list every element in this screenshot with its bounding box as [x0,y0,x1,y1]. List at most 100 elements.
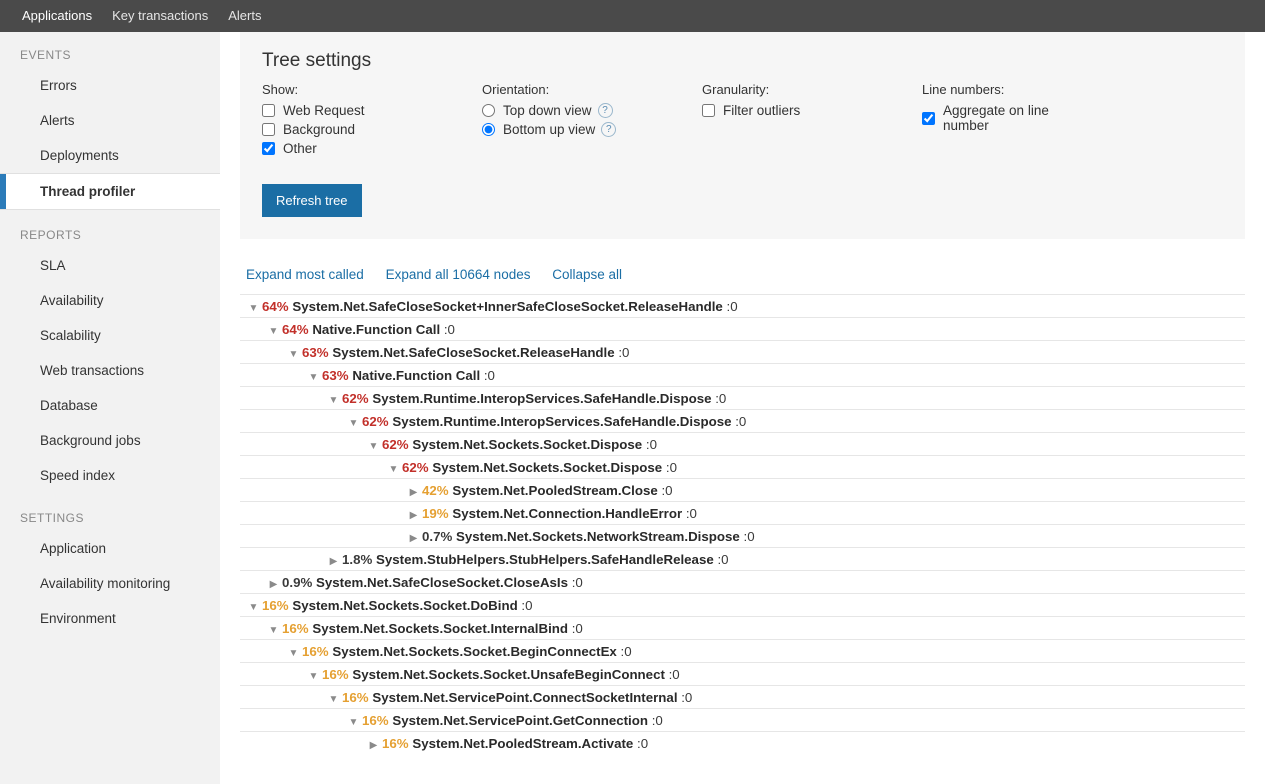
collapse-all-link[interactable]: Collapse all [552,267,622,282]
chevron-down-icon[interactable]: ▼ [388,464,399,475]
tree-row[interactable]: ▶1.8% System.StubHelpers.StubHelpers.Saf… [240,547,1245,570]
tree-settings-panel: Tree settings Show: Web RequestBackgroun… [240,32,1245,239]
tree-row[interactable]: ▼16% System.Net.Sockets.Socket.UnsafeBeg… [240,662,1245,685]
chevron-right-icon[interactable]: ▶ [368,740,379,751]
tree-row-method-name: System.Net.ServicePoint.ConnectSocketInt… [372,690,677,705]
chevron-down-icon[interactable]: ▼ [248,303,259,314]
sidebar-item-alerts[interactable]: Alerts [0,103,220,138]
chevron-down-icon[interactable]: ▼ [308,372,319,383]
sidebar-section-title: EVENTS [0,42,220,68]
sidebar-item-database[interactable]: Database [0,388,220,423]
tree-row[interactable]: ▼16% System.Net.Sockets.Socket.BeginConn… [240,639,1245,662]
chevron-right-icon[interactable]: ▶ [268,579,279,590]
tree-row[interactable]: ▼16% System.Net.Sockets.Socket.DoBind :0 [240,593,1245,616]
line-numbers-checkbox[interactable] [922,112,935,125]
help-icon[interactable]: ? [601,122,616,137]
show-checkbox[interactable] [262,142,275,155]
chevron-down-icon[interactable]: ▼ [268,326,279,337]
chevron-down-icon[interactable]: ▼ [288,349,299,360]
tree-row-method-name: System.Net.SafeCloseSocket.ReleaseHandle [332,345,614,360]
tree-row-line-suffix: :0 [717,552,728,567]
tree-row-percentage: 63% [322,368,349,383]
sidebar-item-availability-monitoring[interactable]: Availability monitoring [0,566,220,601]
tree-row[interactable]: ▼16% System.Net.ServicePoint.ConnectSock… [240,685,1245,708]
expand-most-called-link[interactable]: Expand most called [246,267,364,282]
line-numbers-label: Line numbers: [922,82,1082,97]
sidebar-item-environment[interactable]: Environment [0,601,220,636]
chevron-right-icon[interactable]: ▶ [408,510,419,521]
tree-row[interactable]: ▶42% System.Net.PooledStream.Close :0 [240,478,1245,501]
tree-row[interactable]: ▼62% System.Runtime.InteropServices.Safe… [240,386,1245,409]
chevron-right-icon[interactable]: ▶ [408,487,419,498]
tree-row[interactable]: ▼63% Native.Function Call :0 [240,363,1245,386]
tree-row[interactable]: ▼62% System.Net.Sockets.Socket.Dispose :… [240,432,1245,455]
sidebar-item-scalability[interactable]: Scalability [0,318,220,353]
tree-row-method-name: System.StubHelpers.StubHelpers.SafeHandl… [376,552,714,567]
chevron-down-icon[interactable]: ▼ [368,441,379,452]
sidebar-item-application[interactable]: Application [0,531,220,566]
tree-row[interactable]: ▼16% System.Net.Sockets.Socket.InternalB… [240,616,1245,639]
tree-row-method-name: System.Net.PooledStream.Close [452,483,657,498]
expand-all-link[interactable]: Expand all 10664 nodes [386,267,531,282]
orientation-option-top-down-view[interactable]: Top down view? [482,103,642,118]
show-option-other[interactable]: Other [262,141,422,156]
sidebar-item-errors[interactable]: Errors [0,68,220,103]
show-checkbox[interactable] [262,104,275,117]
tree-row[interactable]: ▼64% System.Net.SafeCloseSocket+InnerSaf… [240,294,1245,317]
show-option-label: Background [283,122,355,137]
help-icon[interactable]: ? [598,103,613,118]
topnav-item-alerts[interactable]: Alerts [218,0,271,32]
tree-row-percentage: 64% [282,322,309,337]
tree-row[interactable]: ▶0.7% System.Net.Sockets.NetworkStream.D… [240,524,1245,547]
orientation-option-bottom-up-view[interactable]: Bottom up view? [482,122,642,137]
chevron-right-icon[interactable]: ▶ [328,556,339,567]
show-option-background[interactable]: Background [262,122,422,137]
tree-row[interactable]: ▼62% System.Runtime.InteropServices.Safe… [240,409,1245,432]
tree-row-percentage: 16% [322,667,349,682]
sidebar-item-web-transactions[interactable]: Web transactions [0,353,220,388]
granularity-option-filter-outliers[interactable]: Filter outliers [702,103,862,118]
tree-row[interactable]: ▶19% System.Net.Connection.HandleError :… [240,501,1245,524]
tree-row-percentage: 16% [382,736,409,751]
tree-row-method-name: System.Net.Connection.HandleError [452,506,682,521]
line-numbers-option-aggregate-on-line-number[interactable]: Aggregate on line number [922,103,1082,133]
orientation-radio[interactable] [482,123,495,136]
tree-row-percentage: 0.9% [282,575,312,590]
show-option-label: Other [283,141,317,156]
chevron-down-icon[interactable]: ▼ [348,418,359,429]
chevron-down-icon[interactable]: ▼ [268,625,279,636]
orientation-radio[interactable] [482,104,495,117]
sidebar-item-sla[interactable]: SLA [0,248,220,283]
tree-row[interactable]: ▼62% System.Net.Sockets.Socket.Dispose :… [240,455,1245,478]
chevron-right-icon[interactable]: ▶ [408,533,419,544]
tree-row-method-name: System.Net.ServicePoint.GetConnection [392,713,648,728]
tree-row[interactable]: ▼16% System.Net.ServicePoint.GetConnecti… [240,708,1245,731]
sidebar-item-availability[interactable]: Availability [0,283,220,318]
tree-row[interactable]: ▶0.9% System.Net.SafeCloseSocket.CloseAs… [240,570,1245,593]
tree-row-percentage: 16% [262,598,289,613]
chevron-down-icon[interactable]: ▼ [248,602,259,613]
tree-row-line-suffix: :0 [686,506,697,521]
show-checkbox[interactable] [262,123,275,136]
sidebar-item-speed-index[interactable]: Speed index [0,458,220,493]
chevron-down-icon[interactable]: ▼ [328,395,339,406]
chevron-down-icon[interactable]: ▼ [288,648,299,659]
tree-row[interactable]: ▼64% Native.Function Call :0 [240,317,1245,340]
chevron-down-icon[interactable]: ▼ [348,717,359,728]
refresh-tree-button[interactable]: Refresh tree [262,184,362,217]
topnav-item-applications[interactable]: Applications [12,0,102,32]
tree-row[interactable]: ▼63% System.Net.SafeCloseSocket.ReleaseH… [240,340,1245,363]
tree-row-method-name: System.Net.Sockets.Socket.DoBind [292,598,517,613]
chevron-down-icon[interactable]: ▼ [308,671,319,682]
topnav-item-key-transactions[interactable]: Key transactions [102,0,218,32]
tree-row-line-suffix: :0 [666,460,677,475]
granularity-checkbox[interactable] [702,104,715,117]
tree-row-line-suffix: :0 [444,322,455,337]
tree-row[interactable]: ▶16% System.Net.PooledStream.Activate :0 [240,731,1245,754]
sidebar-item-deployments[interactable]: Deployments [0,138,220,174]
settings-row: Show: Web RequestBackgroundOther Orienta… [262,82,1223,160]
sidebar-item-background-jobs[interactable]: Background jobs [0,423,220,458]
line-numbers-option-label: Aggregate on line number [943,103,1082,133]
sidebar-item-thread-profiler[interactable]: Thread profiler [0,174,220,210]
show-option-web-request[interactable]: Web Request [262,103,422,118]
